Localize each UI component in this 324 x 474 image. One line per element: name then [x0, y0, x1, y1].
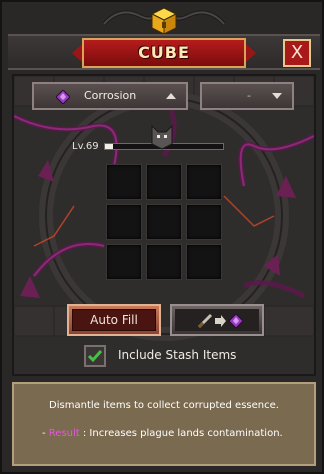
level-progress-fill: [105, 144, 114, 149]
crafting-slot[interactable]: [106, 204, 142, 240]
crafting-slot[interactable]: [186, 204, 222, 240]
category-dropdown-label: Corrosion: [84, 89, 137, 102]
result-prefix: -: [42, 428, 49, 439]
close-button[interactable]: X: [283, 39, 311, 67]
include-stash-checkbox[interactable]: [84, 345, 106, 367]
description-text: Dismantle items to collect corrupted ess…: [49, 400, 279, 411]
cube-logo-icon: [150, 7, 178, 35]
convert-button[interactable]: [170, 304, 264, 336]
auto-fill-label: Auto Fill: [72, 309, 156, 331]
crafting-slot[interactable]: [146, 164, 182, 200]
crafting-grid: [106, 164, 222, 280]
sword-to-gem-icon: [197, 313, 244, 329]
auto-fill-button[interactable]: Auto Fill: [67, 304, 161, 336]
include-stash-label: Include Stash Items: [118, 348, 237, 362]
chevron-up-icon: [166, 93, 176, 99]
cube-window: CUBE X Corrosion - Lv.69 Auto Fill Inclu…: [0, 0, 324, 474]
category-dropdown[interactable]: Corrosion: [32, 82, 188, 110]
result-line: - Result : Increases plague lands contam…: [42, 428, 283, 439]
checkmark-icon: [87, 350, 103, 363]
crafting-slot[interactable]: [146, 244, 182, 280]
crafting-slot[interactable]: [106, 244, 142, 280]
gargoyle-marker-icon: [151, 124, 173, 150]
crafting-slot[interactable]: [186, 164, 222, 200]
crafting-slot[interactable]: [146, 204, 182, 240]
result-text: : Increases plague lands contamination.: [79, 428, 283, 439]
chevron-down-icon: [272, 93, 282, 99]
crafting-slot[interactable]: [186, 244, 222, 280]
secondary-dropdown[interactable]: -: [200, 82, 294, 110]
window-title: CUBE: [138, 43, 190, 62]
description-panel: Dismantle items to collect corrupted ess…: [12, 382, 316, 466]
level-label: Lv.69: [72, 141, 99, 152]
crafting-slot[interactable]: [106, 164, 142, 200]
purple-gem-icon: [56, 90, 70, 104]
result-label: Result: [48, 428, 80, 439]
